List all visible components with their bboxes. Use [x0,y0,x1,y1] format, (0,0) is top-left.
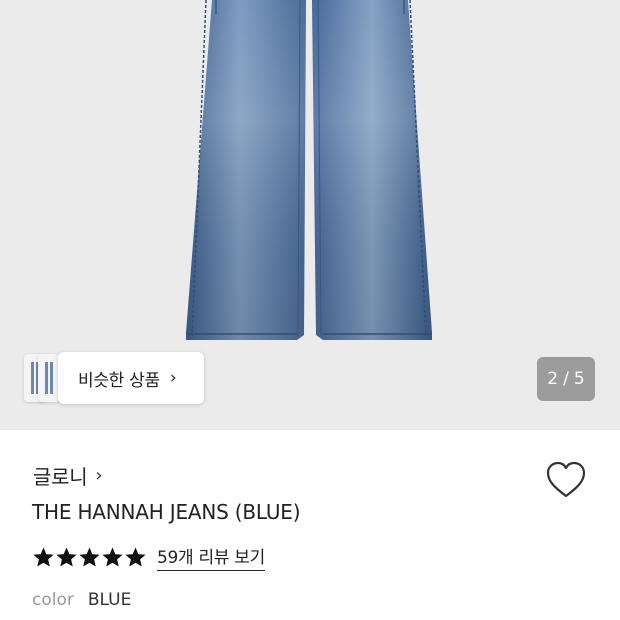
star-filled-icon [56,546,77,567]
chevron-right-icon: › [95,464,103,486]
color-row: color BLUE [32,590,131,610]
color-value: BLUE [87,590,132,610]
heart-outline-icon[interactable] [545,460,587,500]
page-total: 5 [573,369,585,389]
star-filled-icon [125,546,146,567]
page-current: 2 [547,369,559,389]
brand-link[interactable]: 글로니 › [33,461,103,489]
image-page-counter: 2 / 5 [537,357,595,401]
page-separator: / [563,369,569,389]
product-title: THE HANNAH JEANS (BLUE) [32,500,301,524]
brand-name: 글로니 [33,464,88,489]
color-label: color [32,590,74,610]
similar-products-label: 비슷한 상품 [78,370,160,391]
star-filled-icon [79,546,100,567]
review-link[interactable]: 59개 리뷰 보기 [157,543,265,571]
similar-thumbnail [38,354,60,402]
star-filled-icon [33,546,54,567]
chevron-right-icon: › [169,368,177,388]
similar-products-button[interactable]: 비슷한 상품 › [24,352,206,404]
product-image-gallery[interactable]: 비슷한 상품 › 2 / 5 [0,0,620,430]
rating-stars [33,546,146,568]
star-filled-icon [102,546,123,567]
rating-row: 59개 리뷰 보기 [33,543,265,571]
